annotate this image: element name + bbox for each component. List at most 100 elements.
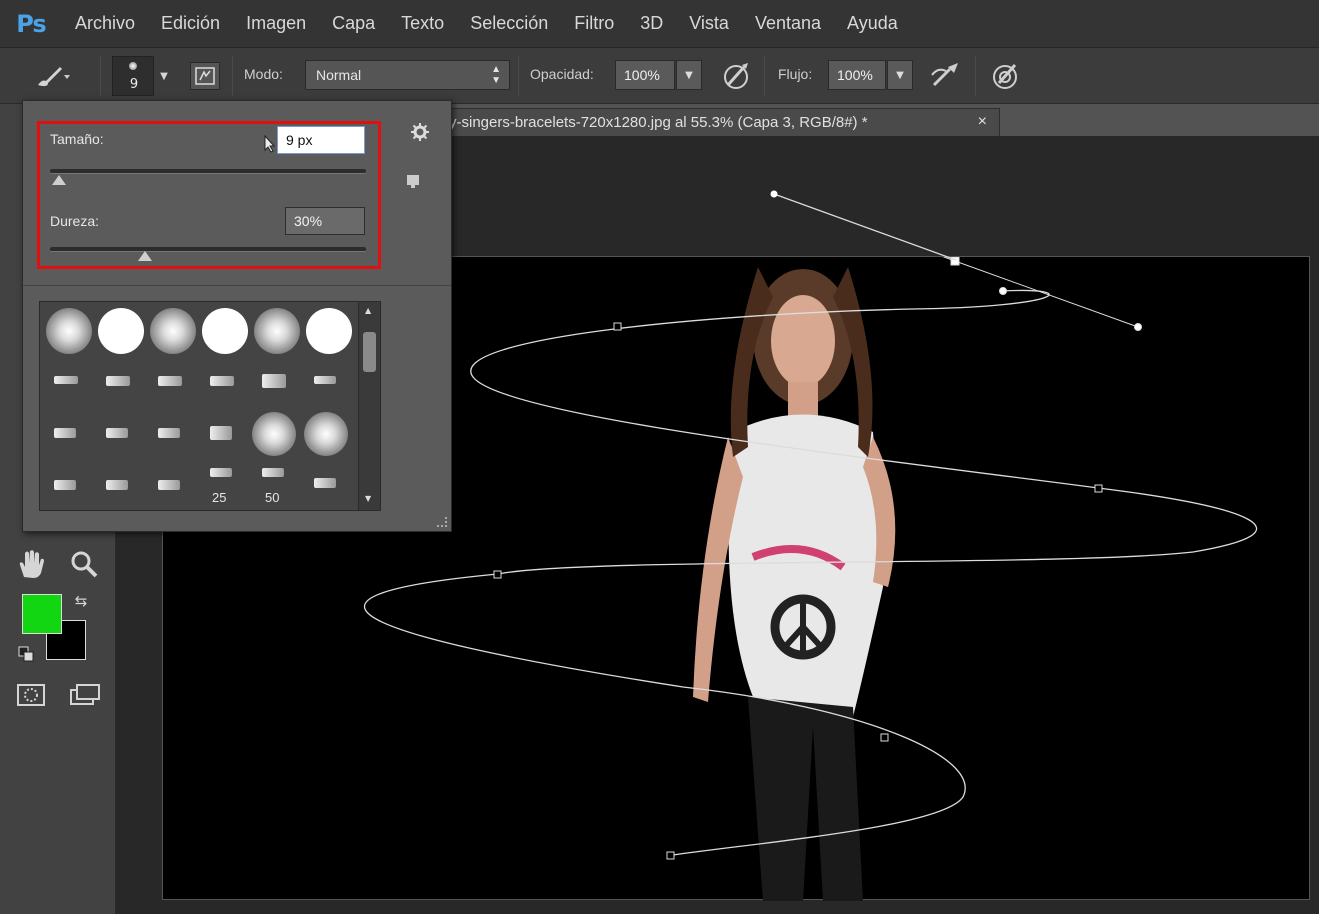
- mode-select[interactable]: Normal ▲ ▼: [305, 60, 510, 90]
- menu-seleccion[interactable]: Selección: [457, 13, 561, 34]
- hand-icon: [19, 550, 44, 578]
- brush-size-label: 25: [212, 490, 227, 505]
- brush-preset-tip[interactable]: [106, 376, 130, 386]
- divider: [23, 285, 451, 286]
- swap-colors-icon[interactable]: ⇆: [70, 590, 92, 612]
- new-preset-button[interactable]: [403, 171, 423, 191]
- mouse-cursor-icon: [263, 135, 277, 153]
- chevron-down-icon[interactable]: ▼: [156, 68, 172, 84]
- brush-preset-hard-round[interactable]: [306, 308, 352, 354]
- menu-ayuda[interactable]: Ayuda: [834, 13, 911, 34]
- brush-preset-tip[interactable]: [158, 480, 180, 490]
- close-icon[interactable]: ×: [978, 113, 987, 131]
- brush-preset-tip[interactable]: [210, 376, 234, 386]
- app-logo[interactable]: Ps: [0, 10, 62, 38]
- airbrush-icon: [931, 63, 958, 87]
- pressure-size-icon: [993, 64, 1017, 89]
- brush-preset-tip[interactable]: [314, 376, 336, 384]
- brush-preset-tip[interactable]: [106, 428, 128, 438]
- brush-preset-tip[interactable]: [54, 428, 76, 438]
- brush-preset-grid: 25 50 ▲ ▼: [39, 301, 381, 511]
- menu-vista[interactable]: Vista: [676, 13, 742, 34]
- brush-preset-tip[interactable]: [262, 468, 284, 477]
- screen-mode-icon: [70, 684, 100, 705]
- hardness-label: Dureza:: [50, 213, 100, 229]
- brush-preset-tip[interactable]: [106, 480, 128, 490]
- zoom-icon: [71, 551, 98, 578]
- path-handles-above[interactable]: [760, 180, 1180, 320]
- mode-label: Modo:: [244, 66, 283, 82]
- brush-preset-tip[interactable]: [314, 478, 336, 488]
- menu-imagen[interactable]: Imagen: [233, 13, 319, 34]
- hardness-input[interactable]: 30%: [285, 207, 365, 235]
- flow-input[interactable]: 100%: [828, 60, 886, 90]
- document-title: y-singers-bracelets-720x1280.jpg al 55.3…: [449, 114, 868, 131]
- brush-preset-tip[interactable]: [262, 374, 286, 388]
- gear-icon: [411, 123, 429, 141]
- brush-icon: [38, 67, 70, 87]
- brush-preset-tip[interactable]: [54, 376, 78, 384]
- resize-grip-icon[interactable]: [437, 517, 447, 527]
- menu-ventana[interactable]: Ventana: [742, 13, 834, 34]
- pressure-size-button[interactable]: [986, 60, 1024, 92]
- brush-preset-tip[interactable]: [158, 428, 180, 438]
- opacity-input[interactable]: 100%: [615, 60, 675, 90]
- brush-tip-icon: [129, 62, 137, 70]
- brush-preset-soft-round[interactable]: [46, 308, 92, 354]
- brush-panel-toggle-button[interactable]: [190, 62, 220, 90]
- size-slider-thumb[interactable]: [52, 175, 67, 185]
- brush-preset-tip[interactable]: [158, 376, 182, 386]
- brush-preset-popup: Tamaño: 9 px Dureza: 30% 25 50 ▲ ▼: [22, 100, 452, 532]
- tool-preset-picker[interactable]: [30, 58, 74, 94]
- new-preset-icon: [407, 175, 419, 188]
- brush-preset-tip[interactable]: [54, 480, 76, 490]
- document-tab[interactable]: y-singers-bracelets-720x1280.jpg al 55.3…: [440, 108, 1000, 136]
- size-input[interactable]: 9 px: [277, 126, 365, 154]
- foreground-color-swatch[interactable]: [22, 594, 62, 634]
- hardness-slider[interactable]: [50, 247, 366, 252]
- airbrush-button[interactable]: [926, 60, 966, 92]
- flow-label: Flujo:: [778, 66, 813, 82]
- menu-capa[interactable]: Capa: [319, 13, 388, 34]
- zoom-tool[interactable]: [64, 544, 104, 584]
- scroll-down-icon[interactable]: ▼: [365, 494, 371, 503]
- menu-texto[interactable]: Texto: [388, 13, 457, 34]
- size-slider[interactable]: [50, 169, 366, 174]
- brush-preset-soft-round[interactable]: [252, 412, 296, 456]
- menu-filtro[interactable]: Filtro: [561, 13, 627, 34]
- screen-mode-button[interactable]: [66, 680, 106, 710]
- hardness-slider-thumb[interactable]: [137, 251, 152, 261]
- brush-preset-soft-round[interactable]: [150, 308, 196, 354]
- flow-dropdown-button[interactable]: ▼: [887, 60, 913, 90]
- person-figure: [693, 267, 896, 901]
- hand-tool[interactable]: [12, 544, 52, 584]
- menu-archivo[interactable]: Archivo: [62, 13, 148, 34]
- gear-button[interactable]: [407, 121, 433, 143]
- brush-preset-soft-round[interactable]: [254, 308, 300, 354]
- opacity-dropdown-button[interactable]: ▼: [676, 60, 702, 90]
- brush-preset-tip[interactable]: [210, 426, 232, 440]
- default-colors-icon[interactable]: [16, 644, 36, 664]
- scrollbar-thumb[interactable]: [363, 332, 376, 372]
- quick-mask-icon: [17, 684, 45, 706]
- pressure-opacity-button[interactable]: [718, 60, 754, 92]
- brush-preset-tip[interactable]: [210, 468, 232, 477]
- options-bar: 9 ▼ Modo: Normal ▲ ▼ Opacidad: 100% ▼ Flu…: [0, 48, 1319, 104]
- brush-size-label: 50: [265, 490, 280, 505]
- menu-edicion[interactable]: Edición: [148, 13, 233, 34]
- separator: [764, 56, 765, 96]
- brush-preset-soft-round[interactable]: [304, 412, 348, 456]
- scroll-up-icon[interactable]: ▲: [365, 306, 371, 315]
- quick-mask-button[interactable]: [14, 680, 48, 710]
- updown-arrows-icon: ▲ ▼: [491, 64, 501, 86]
- brush-preset-hard-round[interactable]: [98, 308, 144, 354]
- brush-size-preview: 9: [129, 77, 139, 92]
- separator: [518, 56, 519, 96]
- brush-grid-scrollbar[interactable]: ▲ ▼: [358, 302, 380, 510]
- brush-panel-toggle-icon: [195, 67, 215, 85]
- menu-3d[interactable]: 3D: [627, 13, 676, 34]
- mode-value: Normal: [316, 67, 362, 83]
- brush-preset-picker[interactable]: 9: [112, 56, 154, 96]
- separator: [975, 56, 976, 96]
- brush-preset-hard-round[interactable]: [202, 308, 248, 354]
